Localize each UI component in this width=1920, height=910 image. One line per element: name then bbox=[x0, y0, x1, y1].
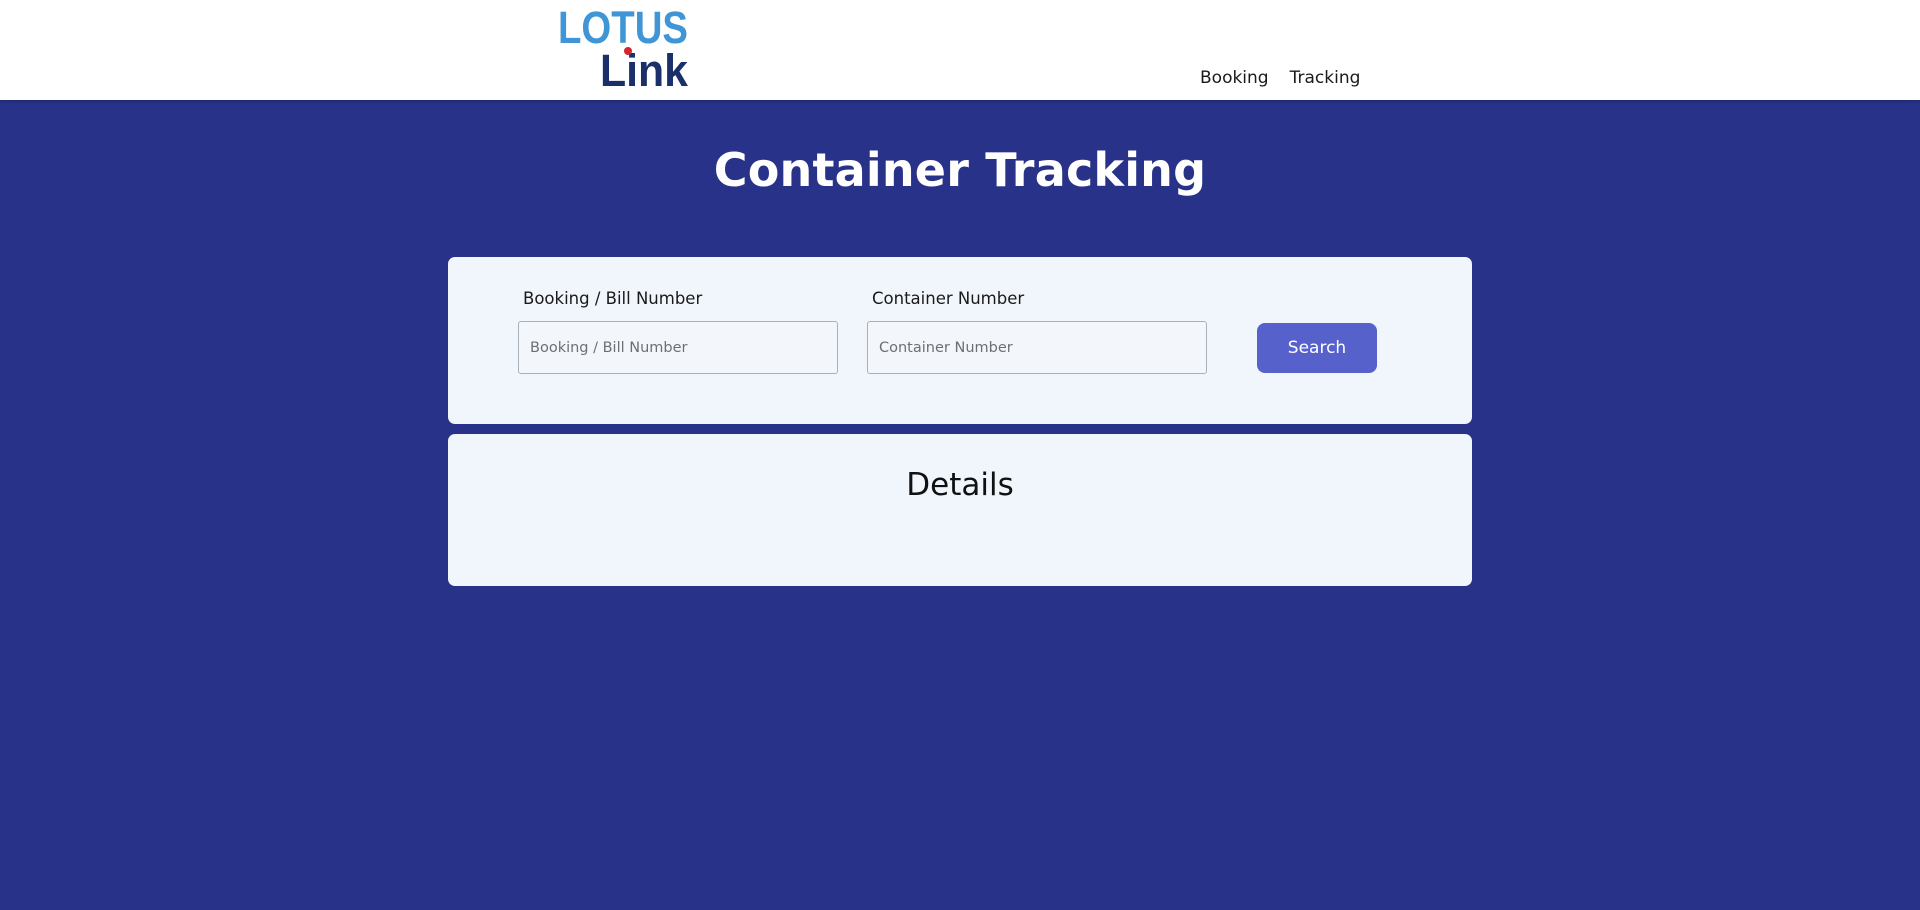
details-title: Details bbox=[906, 467, 1014, 503]
logo-graphic: LOTUS Link bbox=[558, 2, 689, 96]
booking-number-label: Booking / Bill Number bbox=[523, 289, 703, 308]
nav-tracking-link[interactable]: Tracking bbox=[1290, 68, 1361, 88]
main-nav: Booking Tracking bbox=[1200, 68, 1360, 88]
search-button[interactable]: Search bbox=[1257, 323, 1377, 373]
container-number-label: Container Number bbox=[872, 289, 1025, 308]
details-panel bbox=[448, 434, 1472, 586]
nav-booking-link[interactable]: Booking bbox=[1200, 68, 1269, 88]
site-header: LOTUS Link Booking Tracking bbox=[0, 0, 1920, 100]
svg-text:Link: Link bbox=[600, 45, 689, 90]
page-title: Container Tracking bbox=[713, 143, 1207, 197]
lotus-link-logo[interactable]: LOTUS Link bbox=[558, 2, 690, 96]
booking-number-input[interactable] bbox=[518, 321, 838, 374]
container-number-input[interactable] bbox=[867, 321, 1207, 374]
